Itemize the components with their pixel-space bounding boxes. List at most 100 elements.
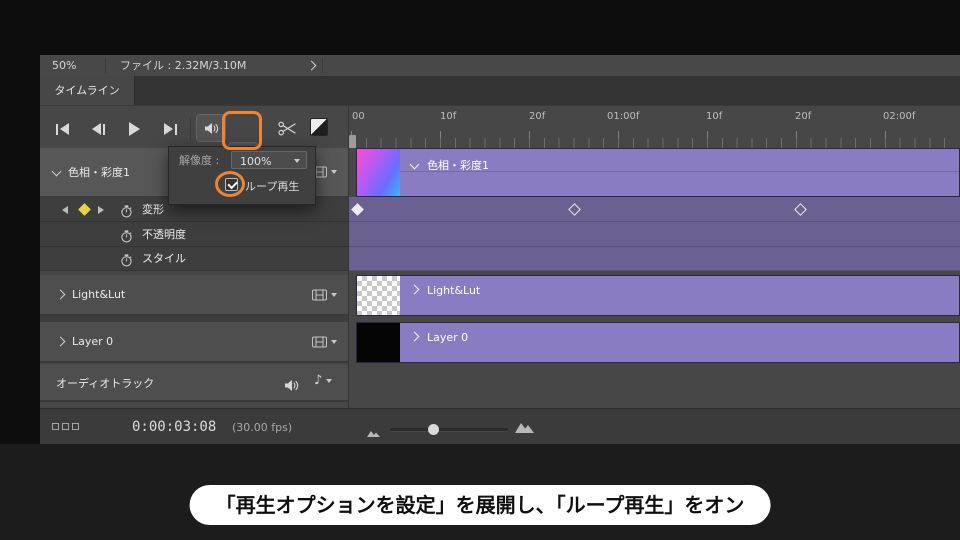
audio-track-row[interactable]: オーディオトラック ♪ (40, 365, 348, 402)
track-row-transform[interactable] (349, 197, 960, 222)
layer-thumbnail (357, 276, 400, 315)
zoom-slider-handle[interactable] (428, 424, 439, 435)
time-ruler[interactable]: 00 10f 20f 01:00f 10f 20f 02:00f (348, 106, 960, 148)
play-button[interactable] (120, 116, 148, 142)
next-keyframe-button[interactable] (98, 206, 104, 214)
chevron-down-icon (331, 170, 337, 174)
keyframe-diamond[interactable] (351, 203, 364, 216)
zoom-in-button[interactable] (514, 419, 535, 438)
property-name: スタイル (142, 252, 186, 265)
tab-timeline[interactable]: タイムライン (40, 76, 135, 105)
layer-row-light-lut[interactable]: Light&Lut (40, 275, 348, 316)
split-at-playhead-button[interactable] (274, 116, 300, 140)
keyframe-toggle[interactable] (78, 203, 91, 216)
scissors-icon (277, 121, 296, 135)
tab-label: タイムライン (54, 84, 120, 97)
desktop-background-top (0, 0, 960, 55)
property-name: 変形 (142, 203, 164, 216)
chevron-down-icon (331, 293, 337, 297)
large-mountains-icon (515, 423, 534, 433)
first-frame-button[interactable] (48, 116, 76, 142)
render-options-button[interactable] (312, 336, 337, 348)
audio-track-name: オーディオトラック (56, 377, 155, 390)
divider (322, 58, 323, 73)
layer-name: 色相・彩度1 (68, 166, 130, 179)
frame-rate-label: (30.00 fps) (232, 421, 293, 434)
work-area-marker[interactable] (349, 135, 356, 148)
layer-thumbnail (357, 323, 400, 362)
time-label: 01:00f (607, 111, 640, 122)
clip-label: Layer 0 (427, 331, 469, 344)
expand-chevron-icon[interactable] (55, 336, 66, 347)
speaker-icon (204, 122, 218, 134)
track-row-style[interactable] (349, 247, 960, 271)
time-label: 10f (706, 111, 723, 122)
layer-row-layer0[interactable]: Layer 0 (40, 322, 348, 363)
speaker-icon (285, 380, 299, 391)
loop-playback-label[interactable]: ループ再生 (245, 181, 299, 192)
time-label: 00 (352, 111, 365, 122)
property-row-style[interactable]: スタイル (40, 247, 348, 271)
chevron-down-icon (331, 340, 337, 344)
small-mountains-icon (367, 431, 380, 437)
transition-button[interactable] (310, 118, 328, 136)
clip-hue-saturation[interactable]: 色相・彩度1 (356, 148, 960, 197)
current-timecode[interactable]: 0:00:03:08 (132, 419, 216, 435)
time-label: 02:00f (883, 111, 916, 122)
render-options-button[interactable] (312, 289, 337, 301)
frames-view-button[interactable] (50, 409, 84, 445)
resolution-value: 100% (240, 155, 272, 168)
track-row-opacity[interactable] (349, 222, 960, 247)
timeline-status-bar: 0:00:03:08 (30.00 fps) (40, 408, 960, 444)
audio-options-button[interactable]: ♪ (314, 374, 333, 387)
audio-mute-button[interactable] (284, 377, 299, 396)
previous-keyframe-button[interactable] (62, 206, 68, 214)
expand-chevron-icon[interactable] (55, 289, 66, 300)
zoom-out-button[interactable] (366, 423, 381, 442)
divider (105, 58, 106, 73)
zoom-level[interactable]: 50% (52, 60, 76, 71)
file-size-info[interactable]: ファイル : 2.32M/3.10M (120, 60, 246, 71)
previous-frame-button[interactable] (84, 116, 112, 142)
time-label: 20f (529, 111, 546, 122)
stopwatch-icon[interactable] (120, 228, 133, 247)
keyframe-diamond[interactable] (568, 203, 581, 216)
property-name: 不透明度 (142, 228, 186, 241)
video-track-icon (312, 289, 327, 301)
timeline-panel: 50% ファイル : 2.32M/3.10M タイムライン 00 10f 20f… (40, 55, 960, 444)
resolution-label: 解像度 : (179, 154, 220, 167)
clip-layer0[interactable]: Layer 0 (356, 322, 960, 363)
previous-frame-icon (91, 123, 101, 135)
resolution-select[interactable]: 100% (231, 151, 307, 169)
highlight-gear-button (222, 111, 262, 150)
clip-light-lut[interactable]: Light&Lut (356, 275, 960, 316)
property-row-opacity[interactable]: 不透明度 (40, 222, 348, 247)
instruction-caption: 「再生オプションを設定」を展開し、「ループ再生」をオン (189, 485, 771, 525)
stopwatch-icon[interactable] (120, 203, 133, 222)
ruler-ticks-minor (351, 138, 957, 148)
video-track-icon (312, 336, 327, 348)
layer-name: Layer 0 (72, 335, 114, 348)
expand-chevron-icon[interactable] (409, 331, 420, 342)
clip-label: 色相・彩度1 (427, 159, 489, 172)
collapse-chevron-icon[interactable] (409, 159, 420, 170)
chevron-down-icon (326, 378, 333, 383)
first-frame-icon (55, 123, 58, 135)
layer-thumbnail (357, 149, 400, 196)
time-label: 20f (795, 111, 812, 122)
expand-chevron-icon[interactable] (409, 284, 420, 295)
stopwatch-icon[interactable] (120, 252, 133, 271)
collapse-chevron-icon[interactable] (51, 166, 62, 177)
document-info-bar: 50% ファイル : 2.32M/3.10M (40, 55, 960, 77)
chevron-down-icon (294, 159, 300, 163)
next-frame-icon (163, 123, 173, 135)
clip-label: Light&Lut (427, 284, 481, 297)
timeline-zoom-slider[interactable] (390, 428, 508, 431)
divider (190, 117, 191, 140)
keyframe-diamond[interactable] (794, 203, 807, 216)
next-frame-button[interactable] (156, 116, 184, 142)
tab-strip: タイムライン (40, 76, 960, 106)
time-label: 10f (440, 111, 457, 122)
chevron-right-icon[interactable] (306, 60, 317, 71)
screen: 50% ファイル : 2.32M/3.10M タイムライン 00 10f 20f… (0, 0, 960, 540)
